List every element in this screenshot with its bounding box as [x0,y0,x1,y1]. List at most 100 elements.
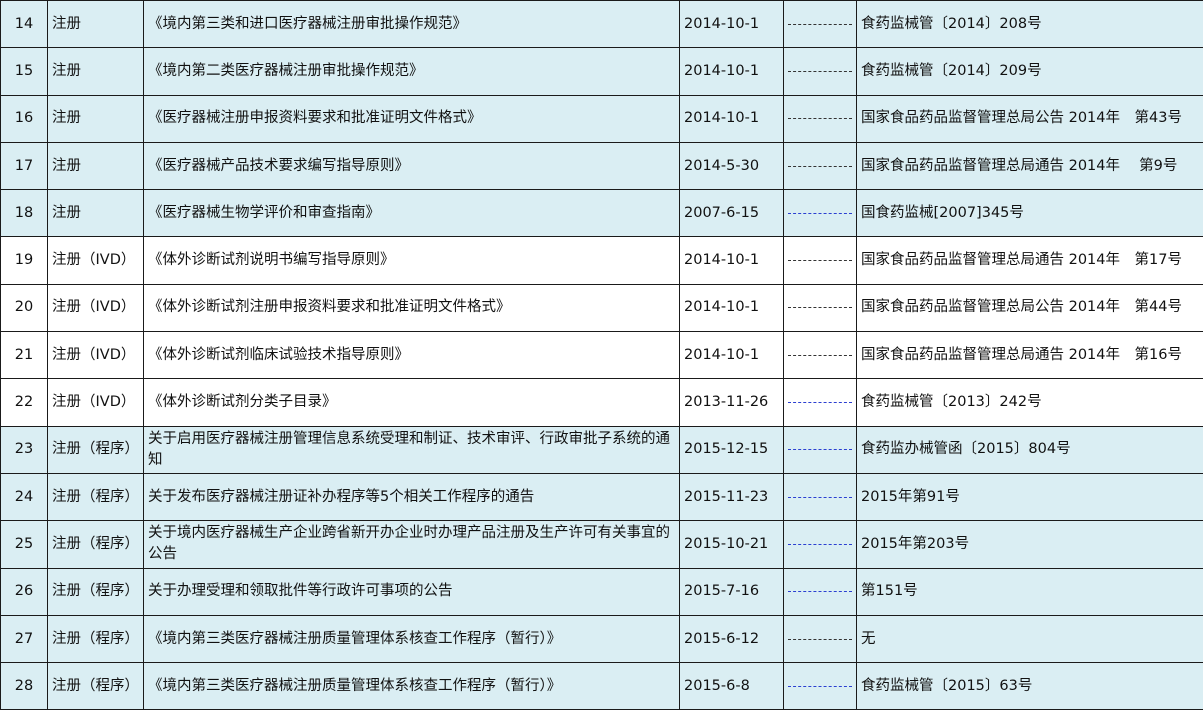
download-link-cell[interactable] [783,567,857,616]
row-number: 22 [0,378,48,427]
effective-date-cell: 2007-6-15 [679,189,784,238]
hyperlink-underline[interactable] [788,23,852,26]
row-number: 26 [0,567,48,616]
effective-date-cell: 2015-6-12 [679,614,784,664]
download-link-cell[interactable] [783,472,857,522]
document-title-cell: 《境内第三类医疗器械注册质量管理体系核查工作程序（暂行）》 [143,662,680,710]
category-cell: 注册 [47,189,144,238]
row-number: 20 [0,283,48,333]
download-link-cell[interactable] [783,662,857,710]
hyperlink-underline[interactable] [788,118,852,120]
row-number: 21 [0,331,48,380]
table-row: 28 注册（程序） 《境内第三类医疗器械注册质量管理体系核查工作程序（暂行）》 201… [0,662,1203,710]
download-link-cell[interactable] [783,614,857,664]
hyperlink-underline[interactable] [788,496,852,499]
effective-date-cell: 2014-10-1 [679,283,784,333]
table-row: 14 注册 《境内第三类和进口医疗器械注册审批操作规范》 2014-10-1 食药监械管… [0,0,1203,49]
document-title-cell: 《医疗器械注册申报资料要求和批准证明文件格式》 [143,94,680,143]
category-cell: 注册 [47,94,144,143]
download-link-cell[interactable] [783,0,857,49]
hyperlink-underline[interactable] [788,543,852,546]
document-title-cell: 《体外诊断试剂临床试验技术指导原则》 [143,331,680,380]
hyperlink-underline[interactable] [788,449,852,451]
category-cell: 注册（程序） [47,567,144,616]
hyperlink-underline[interactable] [788,212,852,215]
download-link-cell[interactable] [783,283,857,333]
document-number-cell: 食药监办械管函〔2015〕804号 [856,425,1203,474]
table-row: 24 注册（程序） 关于发布医疗器械注册证补办程序等5个相关工作程序的通告 2015-… [0,472,1203,522]
effective-date-cell: 2015-10-21 [679,520,784,569]
hyperlink-underline[interactable] [788,260,852,262]
document-number-cell: 食药监械管〔2013〕242号 [856,378,1203,427]
effective-date-cell: 2014-5-30 [679,141,784,191]
row-number: 17 [0,141,48,191]
hyperlink-underline[interactable] [788,354,852,357]
download-link-cell[interactable] [783,236,857,285]
document-number-cell: 国家食品药品监督管理总局通告 2014年 第9号 [856,141,1203,191]
effective-date-cell: 2013-11-26 [679,378,784,427]
hyperlink-underline[interactable] [788,307,852,309]
category-cell: 注册（程序） [47,614,144,664]
category-cell: 注册（IVD） [47,378,144,427]
download-link-cell[interactable] [783,141,857,191]
hyperlink-underline[interactable] [788,591,852,593]
row-number: 27 [0,614,48,664]
table-row: 16 注册 《医疗器械注册申报资料要求和批准证明文件格式》 2014-10-1 国家食品… [0,94,1203,143]
effective-date-cell: 2014-10-1 [679,331,784,380]
table-body: 14 注册 《境内第三类和进口医疗器械注册审批操作规范》 2014-10-1 食药监械管… [0,0,1203,710]
effective-date-cell: 2014-10-1 [679,47,784,96]
table-row: 23 注册（程序） 关于启用医疗器械注册管理信息系统受理和制证、技术审评、行政审批子… [0,425,1203,474]
document-title-cell: 《医疗器械生物学评价和审查指南》 [143,189,680,238]
table-row: 25 注册（程序） 关于境内医疗器械生产企业跨省新开办企业时办理产品注册及生产许可有… [0,520,1203,569]
row-number: 28 [0,662,48,710]
table-row: 20 注册（IVD） 《体外诊断试剂注册申报资料要求和批准证明文件格式》 2014-1… [0,283,1203,333]
document-title-cell: 《境内第二类医疗器械注册审批操作规范》 [143,47,680,96]
effective-date-cell: 2015-6-8 [679,662,784,710]
effective-date-cell: 2014-10-1 [679,0,784,49]
category-cell: 注册 [47,141,144,191]
hyperlink-underline[interactable] [788,402,852,404]
document-title-cell: 关于办理受理和领取批件等行政许可事项的公告 [143,567,680,616]
document-number-cell: 国家食品药品监督管理总局通告 2014年 第17号 [856,236,1203,285]
category-cell: 注册（IVD） [47,331,144,380]
row-number: 15 [0,47,48,96]
download-link-cell[interactable] [783,520,857,569]
download-link-cell[interactable] [783,47,857,96]
hyperlink-underline[interactable] [788,165,852,168]
table-row: 21 注册（IVD） 《体外诊断试剂临床试验技术指导原则》 2014-10-1 国家食品… [0,331,1203,380]
download-link-cell[interactable] [783,189,857,238]
row-number: 25 [0,520,48,569]
document-number-cell: 第151号 [856,567,1203,616]
hyperlink-underline[interactable] [788,685,852,688]
category-cell: 注册（程序） [47,662,144,710]
effective-date-cell: 2015-7-16 [679,567,784,616]
document-title-cell: 《体外诊断试剂分类子目录》 [143,378,680,427]
row-number: 14 [0,0,48,49]
category-cell: 注册 [47,0,144,49]
hyperlink-underline[interactable] [788,70,852,73]
category-cell: 注册（程序） [47,425,144,474]
download-link-cell[interactable] [783,425,857,474]
table-row: 27 注册（程序） 《境内第三类医疗器械注册质量管理体系核查工作程序（暂行）》 201… [0,614,1203,664]
category-cell: 注册 [47,47,144,96]
download-link-cell[interactable] [783,378,857,427]
table-row: 19 注册（IVD） 《体外诊断试剂说明书编写指导原则》 2014-10-1 国家食品药… [0,236,1203,285]
table-row: 18 注册 《医疗器械生物学评价和审查指南》 2007-6-15 国食药监械[2007]… [0,189,1203,238]
hyperlink-underline[interactable] [788,638,852,641]
category-cell: 注册（IVD） [47,236,144,285]
document-number-cell: 国家食品药品监督管理总局公告 2014年 第44号 [856,283,1203,333]
document-title-cell: 关于启用医疗器械注册管理信息系统受理和制证、技术审评、行政审批子系统的通知 [143,425,680,474]
document-number-cell: 国家食品药品监督管理总局公告 2014年 第43号 [856,94,1203,143]
document-title-cell: 《体外诊断试剂说明书编写指导原则》 [143,236,680,285]
document-title-cell: 《医疗器械产品技术要求编写指导原则》 [143,141,680,191]
table-row: 15 注册 《境内第二类医疗器械注册审批操作规范》 2014-10-1 食药监械管〔20… [0,47,1203,96]
document-number-cell: 2015年第91号 [856,472,1203,522]
document-number-cell: 食药监械管〔2014〕208号 [856,0,1203,49]
download-link-cell[interactable] [783,331,857,380]
row-number: 24 [0,472,48,522]
download-link-cell[interactable] [783,94,857,143]
document-title-cell: 《境内第三类医疗器械注册质量管理体系核查工作程序（暂行）》 [143,614,680,664]
document-number-cell: 国食药监械[2007]345号 [856,189,1203,238]
effective-date-cell: 2014-10-1 [679,94,784,143]
effective-date-cell: 2014-10-1 [679,236,784,285]
